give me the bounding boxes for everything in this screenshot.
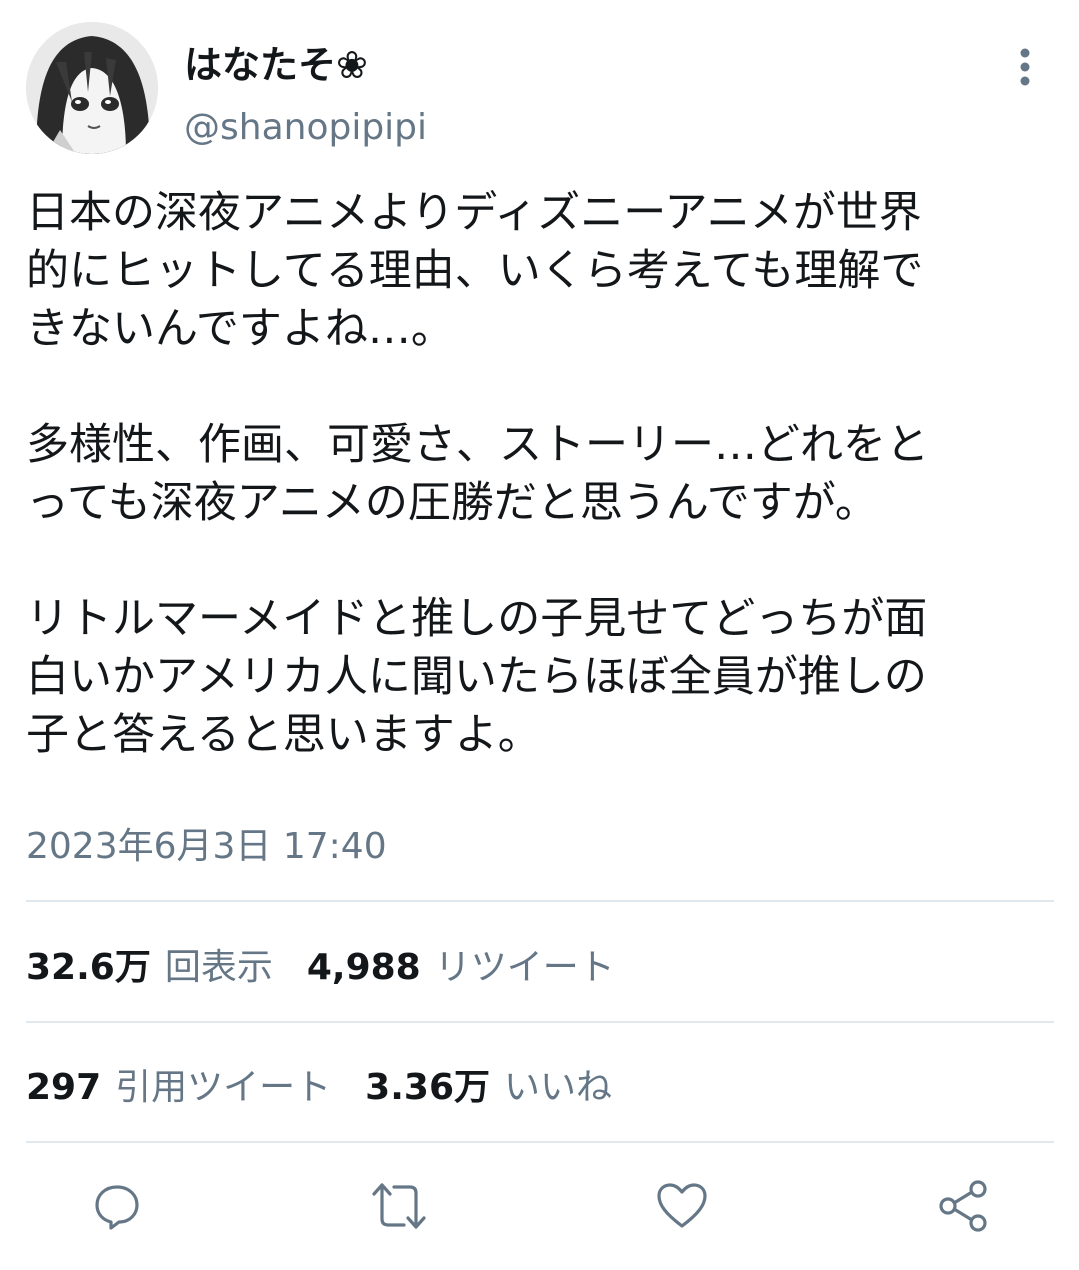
quote-tweets-count: 297: [26, 1067, 102, 1108]
divider: [26, 1021, 1054, 1023]
tweet-paragraph: 日本の深夜アニメよりディズニーアニメが世界 的にヒットしてる理由、いくら考えても…: [26, 188, 924, 354]
reply-button[interactable]: [87, 1176, 147, 1236]
retweets-stat[interactable]: 4,988 リツイート: [307, 938, 615, 990]
heart-icon: [657, 1183, 707, 1228]
user-handle[interactable]: @shanopipipi: [184, 104, 427, 152]
likes-stat[interactable]: 3.36万 いいね: [365, 1058, 612, 1110]
retweets-count: 4,988: [306, 947, 421, 988]
divider: [26, 1141, 1054, 1143]
reply-icon: [95, 1185, 139, 1230]
views-label: 回表示: [164, 947, 273, 988]
like-button[interactable]: [652, 1176, 712, 1236]
share-button[interactable]: [933, 1176, 993, 1236]
retweet-icon: [372, 1183, 426, 1229]
quote-tweets-stat[interactable]: 297 引用ツイート: [26, 1058, 331, 1110]
share-icon: [939, 1180, 987, 1232]
stats-row-quotes-likes: 297 引用ツイート 3.36万 いいね: [26, 1049, 646, 1119]
tweet-paragraph: リトルマーメイドと推しの子見せてどっちが面 白いかアメリカ人に聞いたらほぼ全員が…: [26, 594, 928, 760]
views-stat: 32.6万 回表示: [26, 938, 273, 990]
quote-tweets-label: 引用ツイート: [115, 1067, 332, 1108]
stats-row-views-retweets: 32.6万 回表示 4,988 リツイート: [26, 929, 649, 999]
avatar[interactable]: [26, 22, 158, 154]
retweet-button[interactable]: [369, 1176, 429, 1236]
tweet-actions-bar: [0, 1170, 1079, 1240]
views-count: 32.6万: [26, 947, 151, 988]
likes-count: 3.36万: [365, 1067, 490, 1108]
tweet-text: 日本の深夜アニメよりディズニーアニメが世界 的にヒットしてる理由、いくら考えても…: [26, 184, 1071, 764]
more-options-button[interactable]: [1000, 40, 1050, 94]
divider: [26, 900, 1054, 902]
tweet-paragraph: 多様性、作画、可愛さ、ストーリー…どれをと っても深夜アニメの圧勝だと思うんです…: [26, 420, 929, 528]
retweets-label: リツイート: [434, 947, 615, 988]
likes-label: いいね: [504, 1067, 613, 1108]
display-name[interactable]: はなたそ❀: [184, 40, 368, 90]
tweet-timestamp[interactable]: 2023年6月3日 17:40: [26, 822, 387, 872]
more-vertical-icon: [1020, 48, 1030, 86]
avatar-image: [26, 22, 158, 154]
